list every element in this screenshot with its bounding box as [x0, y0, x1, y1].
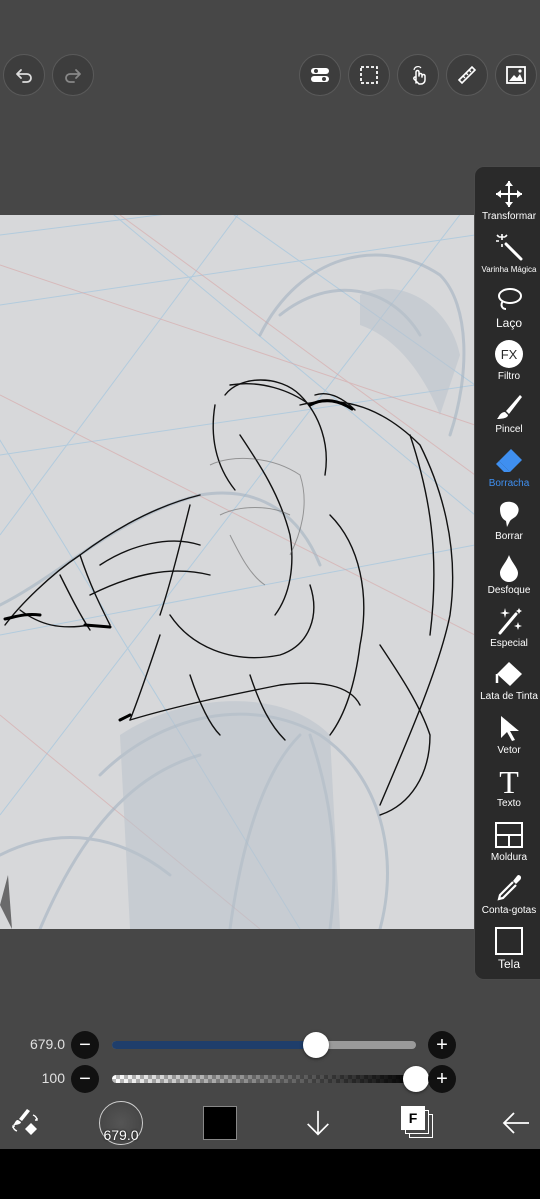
opacity-track[interactable] — [112, 1075, 416, 1083]
swap-tool-button[interactable] — [5, 1103, 45, 1143]
undo-button[interactable] — [3, 54, 45, 96]
droplet-icon — [500, 555, 518, 582]
selection-button[interactable] — [348, 54, 390, 96]
brush-preview-button[interactable]: 679.0 — [98, 1100, 144, 1146]
brush-size-thumb[interactable] — [302, 1032, 329, 1058]
brush-size-label: 679.0 — [103, 1127, 139, 1143]
tool-lasso[interactable]: Laço — [475, 283, 540, 336]
toggle-icon — [311, 68, 329, 82]
reference-image-button[interactable] — [495, 54, 537, 96]
gesture-button[interactable] — [397, 54, 439, 96]
system-nav-bar — [0, 1149, 540, 1199]
image-icon — [506, 66, 526, 84]
tool-eyedropper[interactable]: Conta-gotas — [475, 871, 540, 924]
gesture-icon — [413, 66, 426, 85]
save-down-button[interactable] — [300, 1103, 336, 1143]
tool-label: Moldura — [490, 852, 528, 863]
undo-icon — [16, 69, 32, 83]
selection-icon — [360, 66, 378, 84]
ruler-icon — [457, 65, 477, 85]
tool-eraser[interactable]: Borracha — [475, 444, 540, 497]
lasso-icon — [498, 288, 522, 310]
opacity-increase-button[interactable]: + — [428, 1065, 456, 1093]
tool-label: Pincel — [495, 424, 523, 435]
smudge-icon — [500, 501, 519, 527]
tool-label: Especial — [490, 638, 528, 649]
tool-transform[interactable]: Transformar — [475, 177, 540, 230]
color-swatch-button[interactable] — [203, 1103, 237, 1143]
brush-size-track[interactable] — [112, 1041, 416, 1049]
eraser-icon — [496, 449, 522, 472]
move-arrows-icon — [496, 181, 522, 207]
opacity-thumb[interactable] — [403, 1066, 429, 1092]
brush-preview-icon: 679.0 — [99, 1101, 143, 1145]
paint-bucket-icon — [495, 662, 522, 686]
frame-icon — [495, 822, 523, 848]
back-arrow-icon — [502, 1112, 529, 1134]
tool-filter[interactable]: FX Filtro — [475, 337, 540, 390]
brush-size-slider-row: 679.0 − + — [0, 1030, 540, 1060]
brush-size-increase-button[interactable]: + — [428, 1031, 456, 1059]
minus-icon: − — [79, 1068, 91, 1090]
sketch-artwork — [0, 215, 475, 929]
brush-size-fill — [112, 1041, 316, 1049]
text-icon: T — [499, 766, 519, 796]
tool-special[interactable]: Especial — [475, 604, 540, 657]
canvas-icon — [495, 927, 523, 955]
tool-label: Tela — [497, 957, 520, 971]
brush-size-decrease-button[interactable]: − — [71, 1031, 99, 1059]
plus-icon: + — [436, 1034, 448, 1056]
cursor-arrow-icon — [501, 716, 519, 741]
eyedropper-icon — [497, 875, 522, 901]
down-arrow-icon — [307, 1110, 329, 1136]
tool-label: Lata de Tinta — [480, 691, 538, 702]
magic-wand-icon — [496, 234, 523, 261]
svg-text:FX: FX — [501, 347, 518, 362]
tool-label: Conta-gotas — [481, 905, 537, 916]
settings-toggle-button[interactable] — [299, 54, 341, 96]
tool-label: Filtro — [497, 371, 521, 382]
back-button[interactable] — [496, 1103, 536, 1143]
tool-panel: Transformar Varinha Mágica Laço FX Filtr… — [474, 166, 540, 980]
brush-size-value: 679.0 — [29, 1036, 65, 1052]
tool-label: Vetor — [497, 745, 521, 756]
tool-label: Borrar — [495, 531, 523, 542]
tool-fill[interactable]: Lata de Tinta — [475, 657, 540, 710]
tool-label: Texto — [497, 798, 521, 809]
opacity-decrease-button[interactable]: − — [71, 1065, 99, 1093]
drawing-canvas[interactable] — [0, 215, 475, 929]
tool-label: Transformar — [481, 211, 537, 222]
opacity-slider-row: 100 − + — [0, 1064, 540, 1094]
app-window: Transformar Varinha Mágica Laço FX Filtr… — [0, 0, 540, 1199]
svg-text:T: T — [499, 766, 519, 796]
tool-blur[interactable]: Desfoque — [475, 551, 540, 604]
tool-brush[interactable]: Pincel — [475, 390, 540, 443]
ruler-button[interactable] — [446, 54, 488, 96]
redo-button[interactable] — [52, 54, 94, 96]
tool-label: Laço — [495, 316, 523, 330]
redo-icon — [65, 69, 81, 83]
layer-letter: F — [401, 1106, 425, 1130]
tool-magic-wand[interactable]: Varinha Mágica — [475, 230, 540, 283]
layers-button[interactable]: F — [398, 1103, 438, 1143]
layers-icon: F — [401, 1106, 435, 1140]
swap-tool-icon — [12, 1109, 38, 1135]
tool-label: Borracha — [488, 478, 530, 489]
tool-vector[interactable]: Vetor — [475, 711, 540, 764]
tool-label: Varinha Mágica — [481, 265, 537, 274]
color-swatch-icon — [203, 1106, 237, 1140]
tool-label: Desfoque — [487, 585, 531, 596]
brush-icon — [497, 395, 522, 419]
opacity-value: 100 — [41, 1070, 65, 1086]
minus-icon: − — [79, 1034, 91, 1056]
fx-icon: FX — [495, 340, 523, 368]
plus-icon: + — [436, 1068, 448, 1090]
tool-text[interactable]: T Texto — [475, 764, 540, 817]
sparkle-icon — [498, 608, 522, 635]
tool-frame[interactable]: Moldura — [475, 818, 540, 871]
tool-canvas[interactable]: Tela — [475, 924, 540, 977]
tool-smudge[interactable]: Borrar — [475, 497, 540, 550]
bottom-toolbar: 679.0 F — [0, 1097, 540, 1149]
